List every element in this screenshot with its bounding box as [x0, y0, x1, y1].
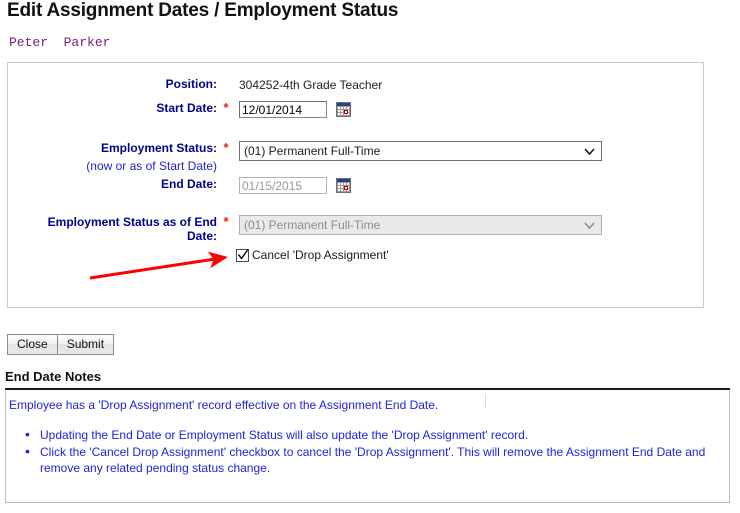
- start-date-required-asterisk: *: [223, 100, 229, 115]
- employment-status-end-selected-value: (01) Permanent Full-Time: [244, 218, 381, 232]
- employment-status-end-label-line1: Employment Status as of End: [47, 215, 217, 229]
- button-bar: Close Submit: [7, 334, 115, 355]
- employment-status-end-required-asterisk: *: [223, 214, 229, 229]
- cancel-drop-assignment-row: Cancel 'Drop Assignment': [236, 248, 389, 262]
- list-item: Click the 'Cancel Drop Assignment' check…: [22, 443, 712, 476]
- notes-lead-text: Employee has a 'Drop Assignment' record …: [9, 398, 439, 412]
- end-date-label: End Date:: [160, 177, 217, 191]
- end-date-notes-heading: End Date Notes: [5, 369, 102, 384]
- assignment-form-panel: Position: * 304252-4th Grade Teacher Sta…: [7, 62, 704, 308]
- start-date-input[interactable]: [239, 101, 327, 118]
- cancel-drop-assignment-label[interactable]: Cancel 'Drop Assignment': [252, 248, 389, 262]
- chevron-down-icon: [584, 220, 595, 231]
- notes-list: Updating the End Date or Employment Stat…: [22, 426, 712, 477]
- list-item: Updating the End Date or Employment Stat…: [22, 426, 712, 443]
- position-required-spacer: *: [222, 77, 230, 91]
- employment-status-sublabel: (now or as of Start Date): [86, 159, 217, 173]
- notes-divider: [5, 388, 730, 390]
- submit-button[interactable]: Submit: [57, 334, 115, 355]
- close-button[interactable]: Close: [7, 334, 58, 355]
- employment-status-selected-value: (01) Permanent Full-Time: [244, 144, 381, 158]
- employment-status-end-label-line2: Date:: [186, 229, 217, 243]
- end-date-input[interactable]: [239, 177, 327, 194]
- position-value: 304252-4th Grade Teacher: [239, 78, 383, 92]
- chevron-down-icon: [584, 146, 595, 157]
- employee-name: Peter Parker: [9, 35, 111, 50]
- field-row-position: Position: * 304252-4th Grade Teacher: [8, 77, 488, 93]
- page-title: Edit Assignment Dates / Employment Statu…: [7, 0, 399, 21]
- end-date-required-spacer: *: [222, 177, 230, 191]
- field-row-employment-status-end-date: Employment Status as of End Date: * (01)…: [8, 215, 608, 243]
- start-date-label: Start Date:: [156, 101, 217, 115]
- calendar-icon[interactable]: [336, 102, 351, 117]
- field-row-start-date: Start Date: *: [8, 101, 488, 118]
- text-caret-artifact: [485, 394, 486, 407]
- employment-status-required-asterisk: *: [223, 140, 229, 155]
- cancel-drop-assignment-checkbox[interactable]: [236, 248, 249, 262]
- field-row-end-date: End Date: *: [8, 177, 488, 194]
- field-row-employment-status: Employment Status: (now or as of Start D…: [8, 141, 608, 173]
- employment-status-select[interactable]: (01) Permanent Full-Time: [239, 141, 602, 161]
- calendar-icon[interactable]: [336, 178, 351, 193]
- checkmark-icon: [237, 248, 249, 262]
- employment-status-end-select[interactable]: (01) Permanent Full-Time: [239, 215, 602, 235]
- employment-status-label: Employment Status:: [100, 141, 217, 155]
- position-label: Position:: [165, 77, 217, 91]
